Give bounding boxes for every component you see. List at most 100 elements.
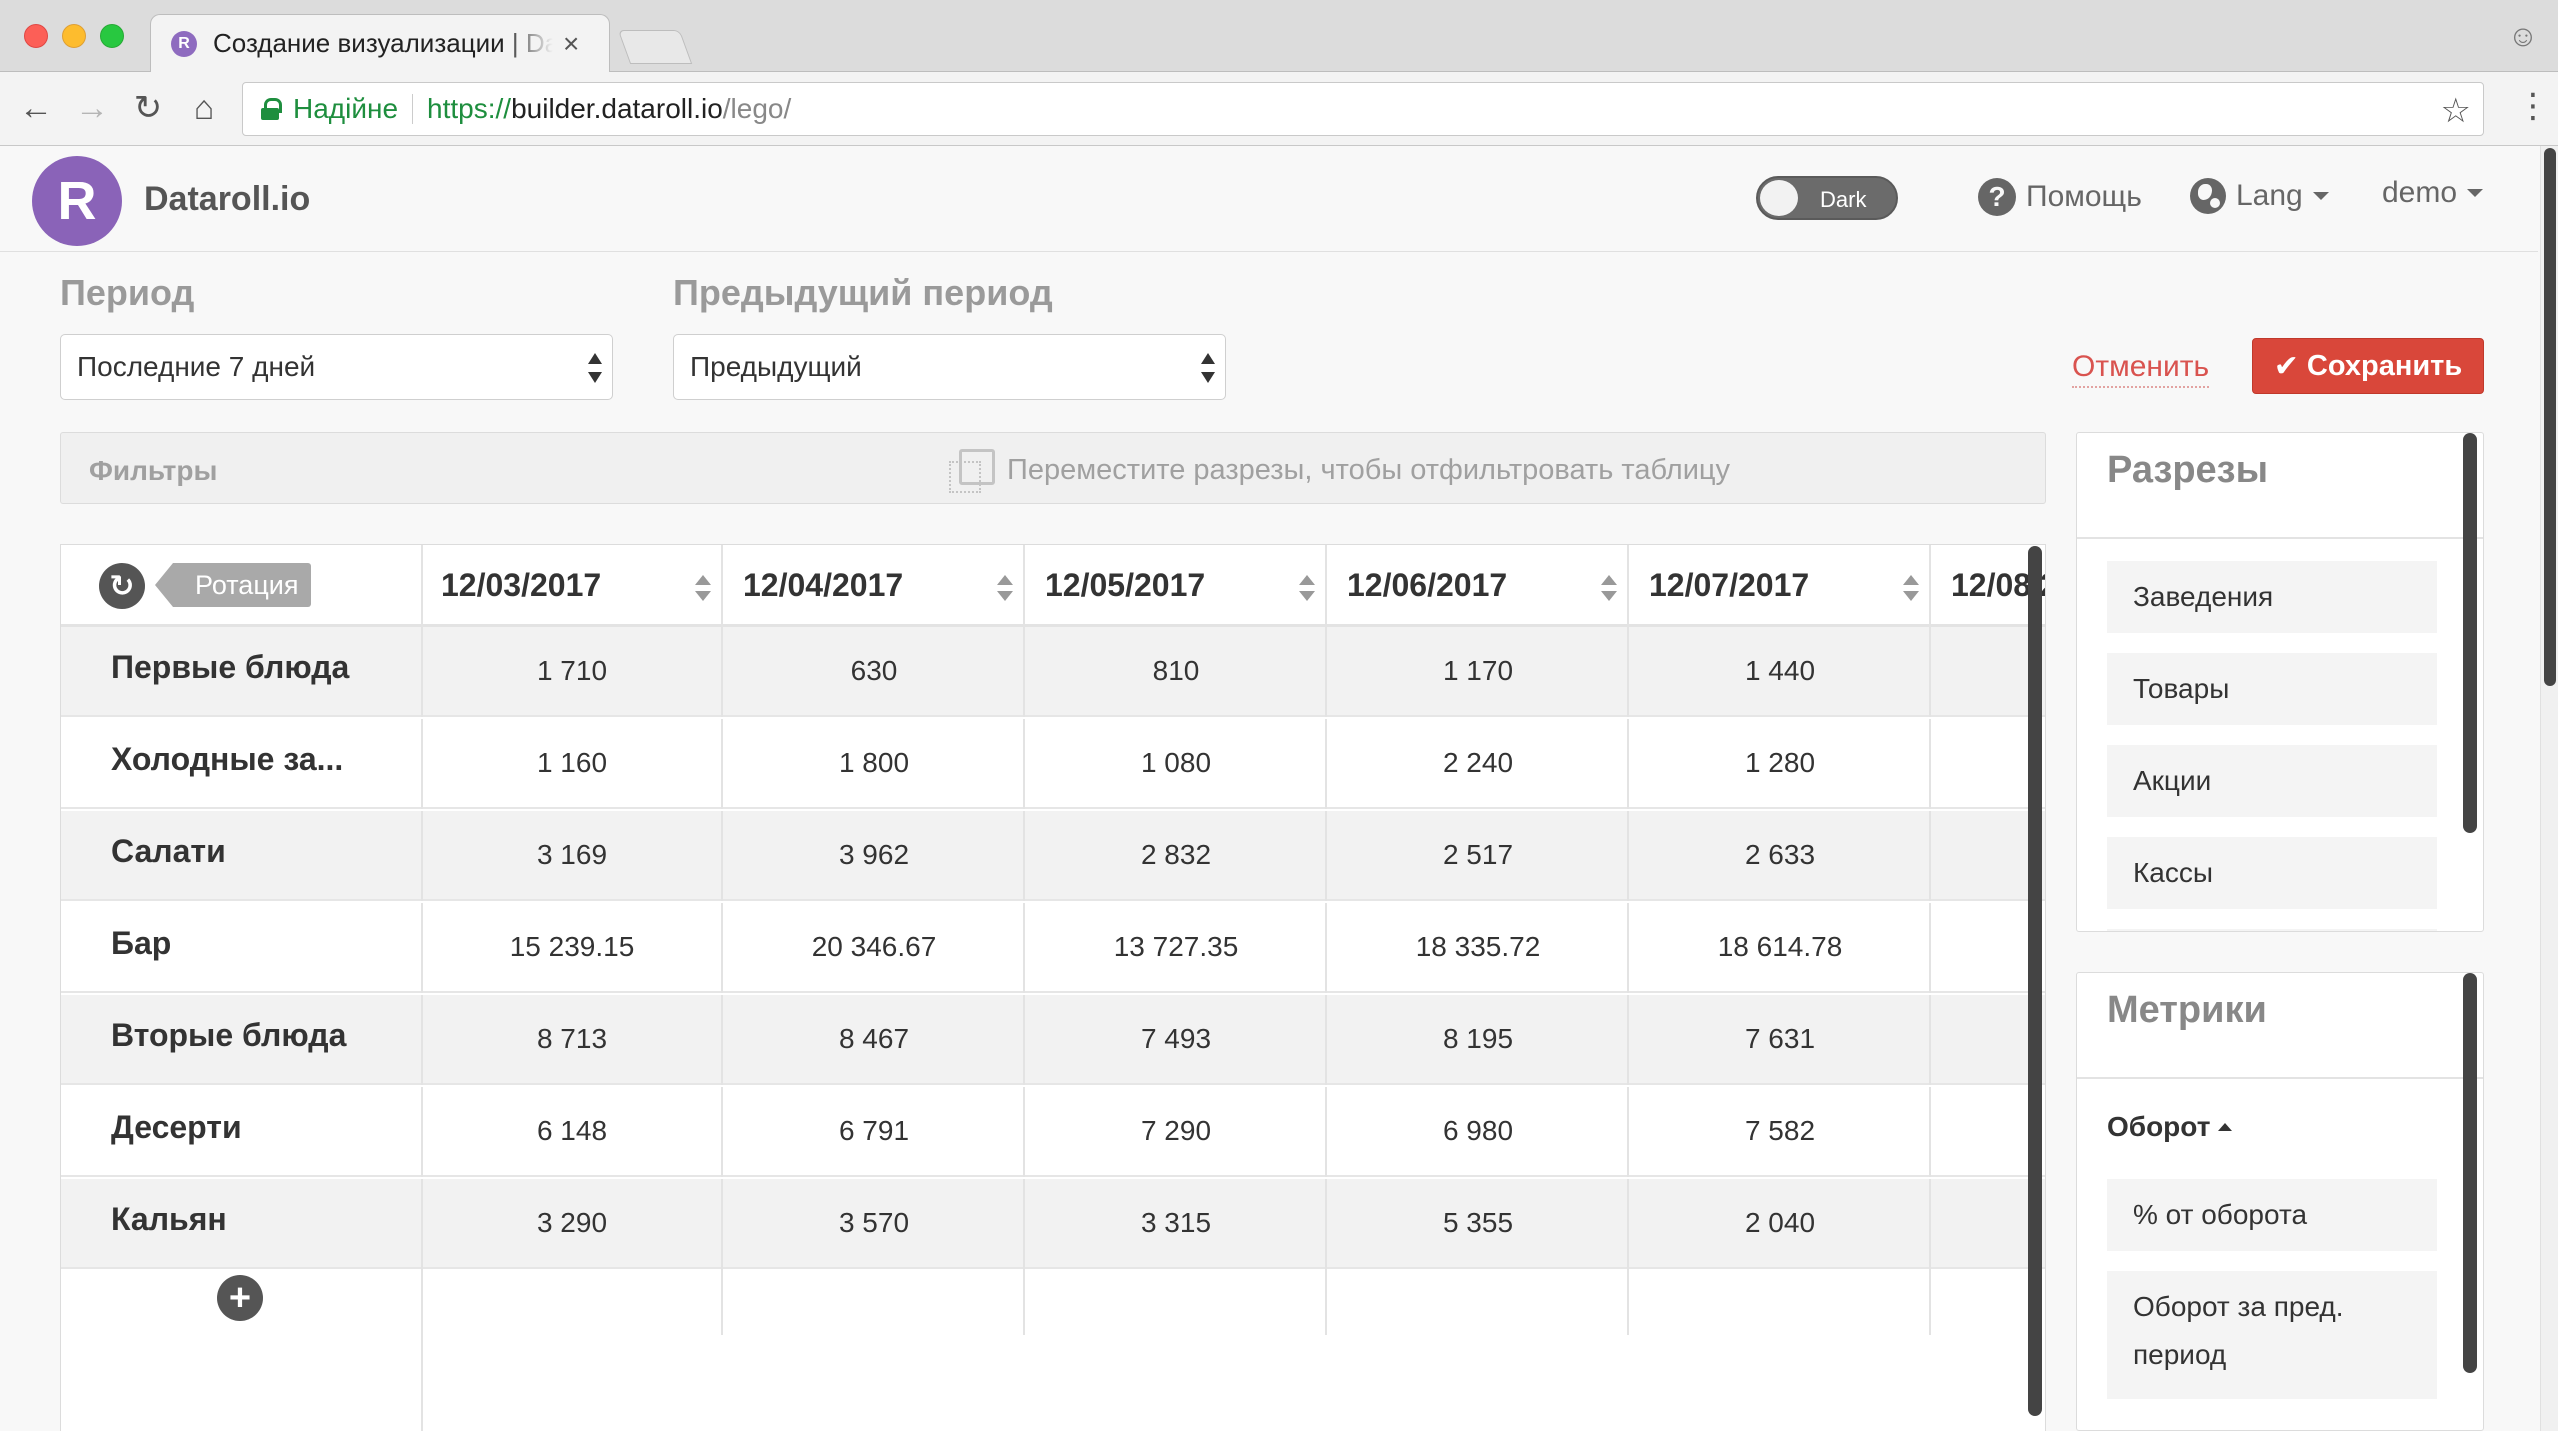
table-cell: 5 355 <box>1329 1179 1629 1269</box>
table-cell: 18 614.78 <box>1631 903 1931 993</box>
checkmark-icon: ✔ <box>2273 349 2299 383</box>
table-cell: 8 195 <box>1329 995 1629 1085</box>
filters-drop-zone[interactable]: Фильтры Переместите разрезы, чтобы отфил… <box>60 432 2046 504</box>
column-header-1[interactable]: 12/04/2017 <box>725 545 1025 627</box>
minimize-window-button[interactable] <box>62 24 86 48</box>
dimension-item[interactable]: Акции <box>2107 745 2437 817</box>
column-header-4[interactable]: 12/07/2017 <box>1631 545 1931 627</box>
metrics-title: Метрики <box>2107 989 2267 1031</box>
dimensions-title: Разрезы <box>2107 449 2269 491</box>
row-label[interactable]: Первые блюда <box>61 627 423 717</box>
table-cell: 3 962 <box>725 811 1025 901</box>
metrics-panel: Метрики Оборот % от оборота Оборот за пре… <box>2076 972 2484 1431</box>
table-row: Салати 3 169 3 962 2 832 2 517 2 633 <box>61 811 2045 901</box>
table-scrollbar[interactable] <box>2028 546 2042 1416</box>
panel-divider <box>2077 537 2483 539</box>
column-header-label: 12/04/2017 <box>743 567 904 603</box>
maximize-window-button[interactable] <box>100 24 124 48</box>
browser-toolbar: ← → ↻ ⌂ Надійне https://builder.dataroll… <box>0 72 2558 146</box>
sort-icon[interactable] <box>1903 575 1919 601</box>
table-cell: 3 570 <box>725 1179 1025 1269</box>
close-window-button[interactable] <box>24 24 48 48</box>
user-label: demo <box>2382 176 2458 209</box>
help-link[interactable]: ? Помощь <box>1978 178 2142 216</box>
new-tab-button[interactable] <box>617 30 693 64</box>
row-label[interactable]: Салати <box>61 811 423 901</box>
table-row: Десерти 6 148 6 791 7 290 6 980 7 582 <box>61 1087 2045 1177</box>
logo-icon[interactable]: R <box>32 156 122 246</box>
table-row: Вторые блюда 8 713 8 467 7 493 8 195 7 631 <box>61 995 2045 1085</box>
row-label[interactable]: Холодные за... <box>61 719 423 809</box>
dimension-item[interactable]: Заведения <box>2107 561 2437 633</box>
metric-group-turnover[interactable]: Оборот <box>2107 1111 2233 1143</box>
sort-icon[interactable] <box>695 575 711 601</box>
row-label[interactable]: Кальян <box>61 1179 423 1269</box>
metrics-scrollbar[interactable] <box>2463 973 2477 1373</box>
browser-menu-icon[interactable]: ⋮ <box>2516 86 2550 126</box>
page-scroll-thumb[interactable] <box>2544 148 2556 686</box>
rotation-tag[interactable]: Ротация <box>155 563 311 607</box>
table-cell: 6 980 <box>1329 1087 1629 1177</box>
column-header-label: 12/07/2017 <box>1649 567 1810 603</box>
table-cell: 2 517 <box>1329 811 1629 901</box>
table-cell: 18 335.72 <box>1329 903 1629 993</box>
column-header-0[interactable]: 12/03/2017 <box>423 545 723 627</box>
browser-tab-active[interactable]: R Создание визуализации | Dataroll.io × <box>150 14 610 72</box>
forward-arrow-icon[interactable]: → <box>70 86 114 130</box>
dimension-item[interactable]: Товары <box>2107 653 2437 725</box>
language-dropdown[interactable]: Lang <box>2190 178 2329 214</box>
column-header-2[interactable]: 12/05/2017 <box>1027 545 1327 627</box>
dimensions-scrollbar[interactable] <box>2463 433 2477 833</box>
row-label[interactable]: Вторые блюда <box>61 995 423 1085</box>
back-arrow-icon[interactable]: ← <box>14 86 58 130</box>
table-cell: 1 440 <box>1631 627 1931 717</box>
table-cell: 1 800 <box>725 719 1025 809</box>
table-cell: 2 240 <box>1329 719 1629 809</box>
table-cell: 6 148 <box>423 1087 723 1177</box>
dimension-item-partial[interactable] <box>2107 929 2437 931</box>
table-cell: 1 170 <box>1329 627 1629 717</box>
metric-item[interactable]: Оборот за пред. период <box>2107 1271 2437 1399</box>
table-cell: 810 <box>1027 627 1327 717</box>
table-cell: 6 791 <box>725 1087 1025 1177</box>
dimension-item[interactable]: Кассы <box>2107 837 2437 909</box>
brand-name[interactable]: Dataroll.io <box>144 180 310 219</box>
save-button[interactable]: ✔ Сохранить <box>2252 338 2484 394</box>
table-cell: 7 290 <box>1027 1087 1327 1177</box>
url-path: /lego/ <box>722 93 792 124</box>
filters-label: Фильтры <box>89 455 218 486</box>
table-cell: 7 631 <box>1631 995 1931 1085</box>
sort-icon[interactable] <box>997 575 1013 601</box>
sort-icon[interactable] <box>1601 575 1617 601</box>
period-select[interactable]: Последние 7 дней <box>60 334 613 400</box>
home-icon[interactable]: ⌂ <box>182 86 226 130</box>
user-dropdown[interactable]: demo <box>2382 176 2484 210</box>
table-cell: 2 633 <box>1631 811 1931 901</box>
tab-close-icon[interactable]: × <box>563 28 579 60</box>
profile-icon[interactable]: ☺ <box>2506 20 2540 54</box>
page-scrollbar[interactable] <box>2540 146 2558 1431</box>
column-header-label: 12/06/2017 <box>1347 567 1508 603</box>
address-bar[interactable]: Надійне https://builder.dataroll.io/lego… <box>242 82 2484 136</box>
bookmark-star-icon[interactable]: ☆ <box>2441 91 2471 131</box>
row-label[interactable]: Десерти <box>61 1087 423 1177</box>
rotate-icon[interactable]: ↻ <box>99 563 145 609</box>
browser-tab-bar: R Создание визуализации | Dataroll.io × … <box>0 0 2558 72</box>
reload-icon[interactable]: ↻ <box>126 86 170 130</box>
sort-icon[interactable] <box>1299 575 1315 601</box>
dark-theme-toggle[interactable]: Dark <box>1756 176 1898 220</box>
cancel-button[interactable]: Отменить <box>2072 350 2210 388</box>
select-arrows-icon <box>588 353 602 383</box>
table-row: Первые блюда 1 710 630 810 1 170 1 440 <box>61 627 2045 717</box>
table-row: Бар 15 239.15 20 346.67 13 727.35 18 335.72 1… <box>61 903 2045 993</box>
table-header-row: ↻ Ротация 12/03/2017 12/04/2017 12/05/2017… <box>61 545 2045 627</box>
metric-item[interactable]: % от оборота <box>2107 1179 2437 1251</box>
column-header-label: 12/05/2017 <box>1045 567 1206 603</box>
table-cell: 1 160 <box>423 719 723 809</box>
caret-down-icon <box>2312 192 2329 200</box>
url-scheme: https:// <box>427 93 512 124</box>
column-header-3[interactable]: 12/06/2017 <box>1329 545 1629 627</box>
row-label[interactable]: Бар <box>61 903 423 993</box>
previous-period-select[interactable]: Предыдущий <box>673 334 1226 400</box>
table-cell: 630 <box>725 627 1025 717</box>
